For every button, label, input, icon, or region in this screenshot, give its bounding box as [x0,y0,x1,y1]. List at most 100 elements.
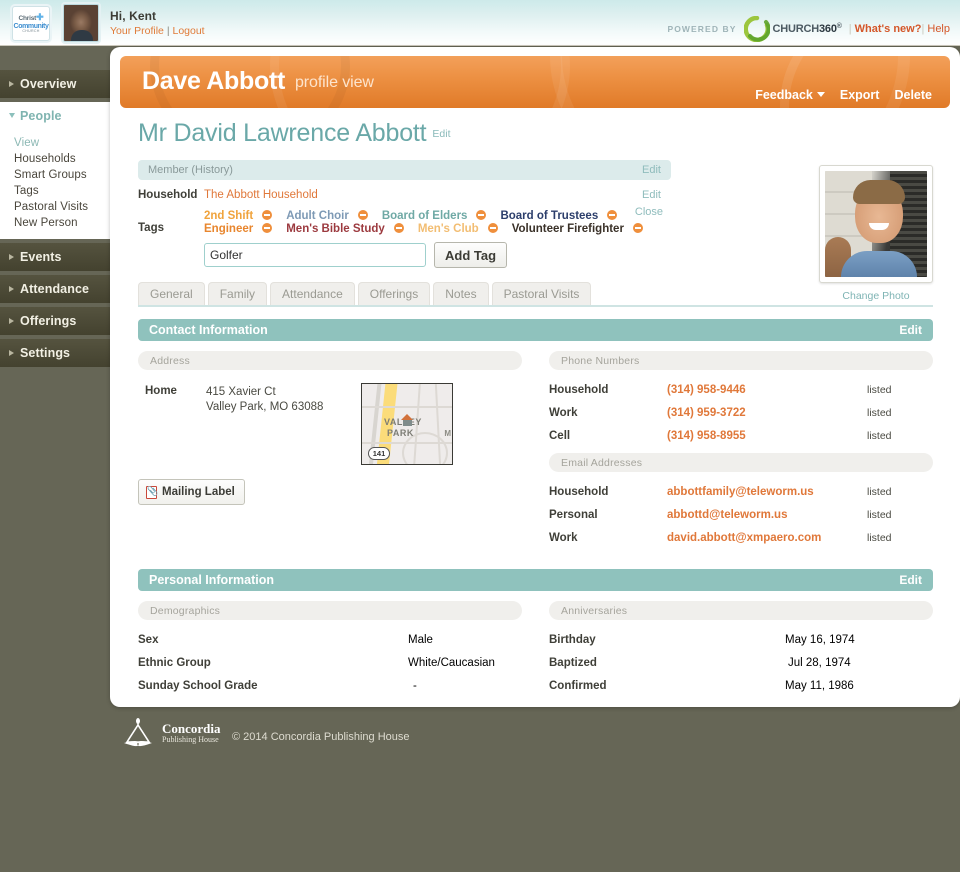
export-button[interactable]: Export [840,88,880,102]
help-link[interactable]: Help [927,23,950,35]
tab-notes[interactable]: Notes [433,282,489,305]
email-address[interactable]: abbottfamily@teleworm.us [667,486,814,498]
tag-line-2: Engineer Men's Bible Study Men's Club Vo… [204,223,674,235]
sidebar-subitem-pastoral-visits[interactable]: Pastoral Visits [14,199,114,215]
remove-tag-icon[interactable] [262,223,273,233]
personal-section-title: Personal Information [149,573,275,587]
sidebar-subitem-households[interactable]: Households [14,151,114,167]
logout-link[interactable]: Logout [172,25,204,37]
demographics-value: White/Caucasian [408,657,495,669]
tag-engineer[interactable]: Engineer [204,223,253,235]
tab-family[interactable]: Family [207,282,268,305]
phone-number[interactable]: (314) 958-9446 [667,384,746,396]
tab-general[interactable]: General [138,282,205,305]
remove-tag-icon[interactable] [262,210,273,220]
anniversaries-value: May 16, 1974 [785,634,855,646]
church360-logo: CHURCH360® [743,15,842,43]
remove-tag-icon[interactable] [357,210,368,220]
phone-status: listed [867,430,892,442]
change-photo-link[interactable]: Change Photo [819,290,933,302]
avatar[interactable] [63,4,99,42]
sidebar-item-attendance[interactable]: Attendance [0,275,114,303]
contact-edit-link[interactable]: Edit [899,323,922,337]
sidebar-item-people[interactable]: People [0,102,114,130]
add-tag-button[interactable]: Add Tag [434,242,508,268]
church-logo-line3: CHURCH [22,28,40,33]
map-thumbnail[interactable]: VALLEY PARK M 141 [361,383,453,465]
sidebar-item-settings[interactable]: Settings [0,339,114,367]
demographics-value: Male [408,634,433,646]
tab-attendance[interactable]: Attendance [270,282,355,305]
phone-email-column: Phone Numbers Household (314) 958-9446 l… [549,351,933,555]
contact-columns: Address Home 415 Xavier Ct Valley Park, M… [138,351,933,555]
phone-number[interactable]: (314) 958-8955 [667,430,746,442]
remove-tag-icon[interactable] [393,223,404,233]
anniversaries-list: Birthday May 16, 1974 Baptized Jul 28, 1… [549,634,933,692]
member-history-edit-link[interactable]: Edit [642,164,661,176]
tag-volunteer-firefighter[interactable]: Volunteer Firefighter [512,223,624,235]
footer: Concordia Publishing House © 2014 Concor… [110,712,960,760]
demographics-key: Sex [138,634,159,646]
tag-board-of-trustees[interactable]: Board of Trustees [500,210,598,222]
concordia-line-2: Publishing House [162,735,219,744]
remove-tag-icon[interactable] [487,223,498,233]
sidebar-item-label: People [20,109,62,123]
feedback-button[interactable]: Feedback [755,88,825,102]
remove-tag-icon[interactable] [632,223,643,233]
phone-status: listed [867,407,892,419]
email-address[interactable]: abbottd@teleworm.us [667,509,787,521]
tag-mens-club[interactable]: Men's Club [418,223,479,235]
concordia-wordmark: Concordia Publishing House [162,722,221,745]
email-status: listed [867,509,892,521]
sidebar-subitem-view[interactable]: View [14,135,114,151]
email-row: Work david.abbott@xmpaero.com listed [549,532,933,544]
contact-section-header: Contact Information Edit [138,319,933,341]
address-block: Home 415 Xavier Ct Valley Park, MO 63088 … [138,383,522,508]
sidebar-subitem-tags[interactable]: Tags [14,183,114,199]
chevron-right-icon [9,318,14,324]
email-address[interactable]: david.abbott@xmpaero.com [667,532,821,544]
phone-type: Work [549,407,578,419]
phone-status: listed [867,384,892,396]
sidebar-subitem-new-person[interactable]: New Person [14,215,114,231]
cross-icon: ✚ [36,12,44,23]
tab-offerings[interactable]: Offerings [357,282,431,305]
remove-tag-icon[interactable] [607,210,618,220]
tag-2nd-shift[interactable]: 2nd Shift [204,210,253,222]
sidebar-item-overview[interactable]: Overview [0,70,114,98]
household-link[interactable]: The Abbott Household [204,189,318,201]
delete-button[interactable]: Delete [894,88,932,102]
tab-pastoral-visits[interactable]: Pastoral Visits [491,282,592,305]
sidebar-subitem-smart-groups[interactable]: Smart Groups [14,167,114,183]
tag-input[interactable] [204,243,426,267]
phone-row: Household (314) 958-9446 listed [549,384,933,396]
mailing-label-button[interactable]: Mailing Label [138,479,245,505]
add-tag-row: Add Tag [204,242,674,268]
phone-type: Household [549,384,609,396]
edit-name-link[interactable]: Edit [432,128,450,140]
demographics-subheader: Demographics [138,601,522,620]
demographics-row: Sunday School Grade - [138,680,522,692]
household-close-link[interactable]: Close [635,206,663,218]
tags-row: Tags 2nd Shift Adult Choir Board of Elde… [138,210,933,268]
email-status: listed [867,486,892,498]
email-row: Personal abbottd@teleworm.us listed [549,509,933,521]
banner-actions: Feedback Export Delete [755,88,932,102]
household-edit-link[interactable]: Edit [642,189,661,201]
whats-new-link[interactable]: What's new? [855,23,922,35]
personal-edit-link[interactable]: Edit [899,573,922,587]
anniversaries-subheader: Anniversaries [549,601,933,620]
tag-adult-choir[interactable]: Adult Choir [286,210,349,222]
tag-board-of-elders[interactable]: Board of Elders [382,210,468,222]
phone-number[interactable]: (314) 959-3722 [667,407,746,419]
sidebar-item-offerings[interactable]: Offerings [0,307,114,335]
sidebar-item-events[interactable]: Events [0,243,114,271]
tags-label: Tags [138,222,164,234]
tag-mens-bible-study[interactable]: Men's Bible Study [286,223,385,235]
your-profile-link[interactable]: Your Profile [110,25,164,37]
email-status: listed [867,532,892,544]
photo-hair [853,180,905,204]
top-bar: Christ✚ Community CHURCH Hi, Kent Your P… [0,0,960,46]
contact-section-title: Contact Information [149,323,268,337]
remove-tag-icon[interactable] [476,210,487,220]
